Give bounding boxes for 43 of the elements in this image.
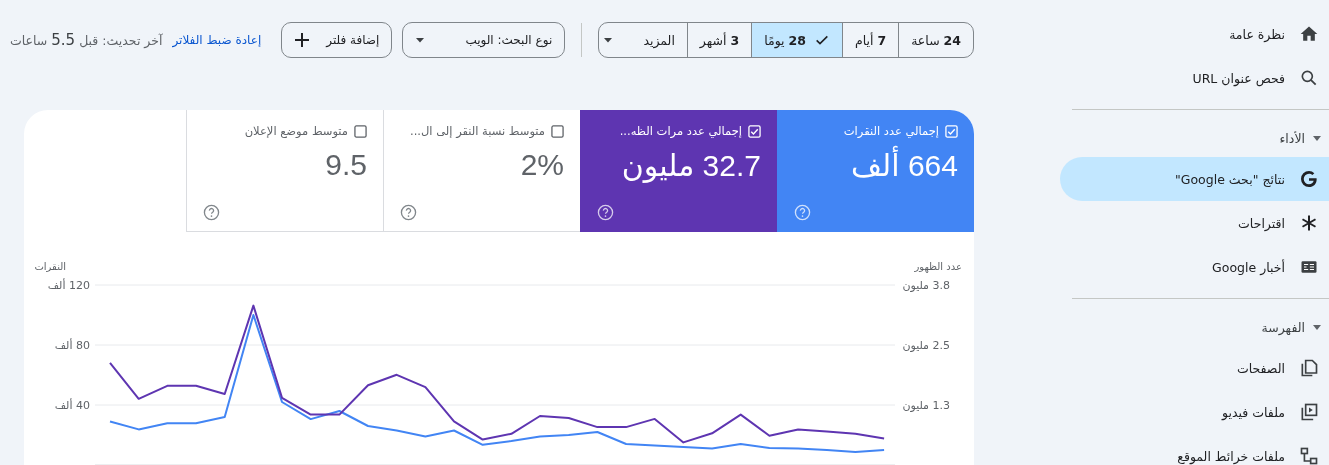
add-filter-button[interactable]: إضافة فلتر	[281, 22, 393, 58]
sidebar-item[interactable]: ملفات فيديو	[1060, 390, 1329, 434]
search-type-dropdown[interactable]: نوع البحث: الويب	[402, 22, 566, 58]
sidebar-item[interactable]: ملفات خرائط الموقع	[1060, 434, 1329, 465]
dropdown-arrow-icon	[603, 35, 614, 45]
metric-label: إجمالي عدد النقرات	[843, 124, 939, 138]
metric-value: 9.5	[324, 148, 367, 182]
checkbox[interactable]	[551, 124, 564, 138]
axis-title: النقرات	[34, 261, 66, 272]
axis-title: عدد الظهور	[914, 261, 962, 272]
section-header[interactable]: الأداء	[1060, 119, 1329, 157]
sitemap-icon	[1299, 446, 1319, 465]
tick-label: 40 ألف	[54, 399, 90, 412]
section-header[interactable]: الفهرسة	[1060, 308, 1329, 346]
dropdown-arrow-icon	[415, 35, 426, 45]
sidebar-item[interactable]: نتائج "بحث Google"	[1060, 157, 1329, 201]
metric-value: 2%	[519, 148, 564, 182]
tick-label: 120 ألف	[47, 279, 90, 292]
metric-label: إجمالي عدد مرات الظه...	[619, 124, 742, 138]
tick-label: 2.5 مليون	[902, 339, 950, 352]
help-icon[interactable]	[400, 204, 417, 221]
sidebar-item[interactable]: اقتراحات	[1060, 201, 1329, 245]
google-icon	[1299, 169, 1319, 189]
reset-filters-link[interactable]: إعادة ضبط الفلاتر	[172, 33, 262, 47]
sidebar-item[interactable]: أخبار Google	[1060, 245, 1329, 289]
checkbox[interactable]	[354, 124, 367, 138]
pages-icon	[1299, 358, 1319, 378]
search-icon	[1299, 68, 1319, 88]
metric-value: 32.7 مليون	[620, 148, 761, 183]
metric-label: متوسط نسبة النقر إلى ال...	[410, 124, 545, 138]
sidebar-item[interactable]: الصفحات	[1060, 346, 1329, 390]
tick-label: 80 ألف	[54, 339, 90, 352]
more-dropdown[interactable]: المزيد	[599, 23, 687, 57]
metric-label: متوسط موضع الإعلان	[244, 124, 348, 138]
sidebar-item[interactable]: فحص عنوان URL	[1060, 56, 1329, 100]
tick-label: 1.3 مليون	[902, 399, 950, 412]
asterisk-icon	[1299, 213, 1319, 233]
help-icon[interactable]	[203, 204, 220, 221]
sidebar-item[interactable]: نظرة عامة	[1060, 12, 1329, 56]
video-icon	[1299, 402, 1319, 422]
plus-icon	[294, 32, 311, 48]
home-icon	[1299, 24, 1319, 44]
tick-label: 3.8 مليون	[902, 279, 950, 292]
